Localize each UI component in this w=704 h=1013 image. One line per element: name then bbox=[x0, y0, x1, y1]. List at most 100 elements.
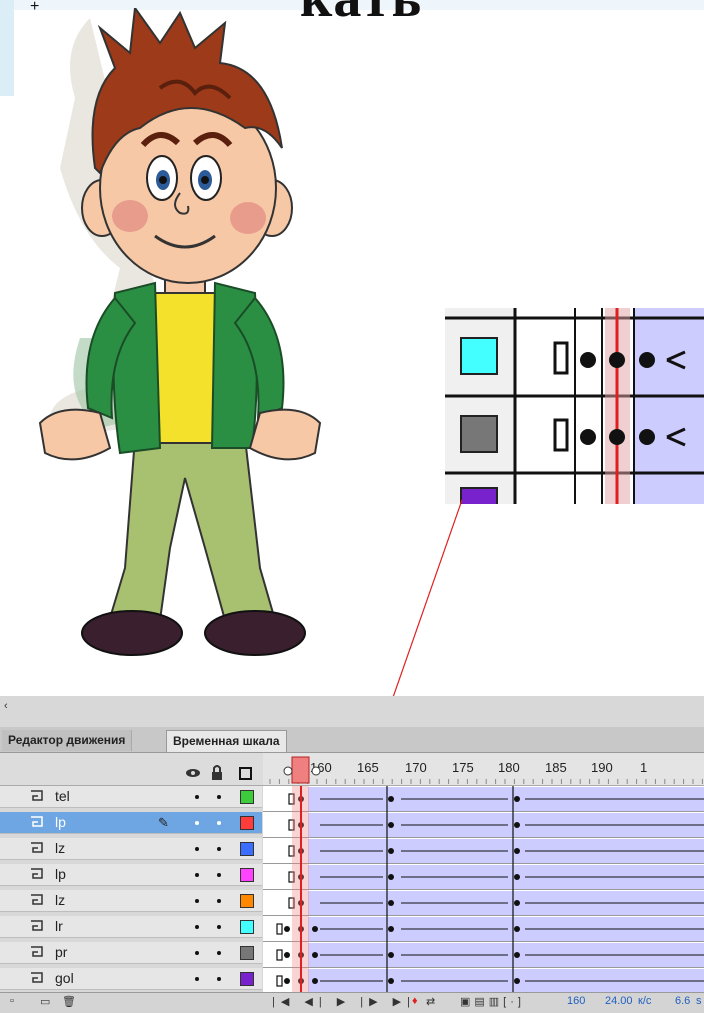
new-folder-icon[interactable]: ▭ bbox=[40, 995, 50, 1008]
keyframe-dot[interactable] bbox=[284, 926, 290, 932]
layer-name: lp bbox=[55, 866, 66, 882]
lock-toggle[interactable] bbox=[217, 821, 221, 825]
lock-toggle[interactable] bbox=[217, 925, 221, 929]
layer-row[interactable]: lr bbox=[0, 916, 262, 938]
keyframe-dot[interactable] bbox=[312, 978, 318, 984]
layer-outline-color-swatch[interactable] bbox=[240, 946, 254, 960]
inset-swatch-purple bbox=[460, 487, 498, 504]
layer-outline-color-swatch[interactable] bbox=[240, 842, 254, 856]
trash-icon[interactable]: 🗑 bbox=[62, 995, 76, 1008]
keyframe-dot[interactable] bbox=[514, 796, 520, 802]
layer-icon bbox=[30, 893, 44, 906]
panel-close-icon[interactable]: ‹ bbox=[4, 700, 8, 712]
visibility-toggle[interactable] bbox=[195, 795, 199, 799]
lock-toggle[interactable] bbox=[217, 847, 221, 851]
onion-skin-buttons[interactable]: ▣▤▥[·] bbox=[460, 995, 525, 1008]
keyframe-dot[interactable] bbox=[312, 926, 318, 932]
keyframe-dot[interactable] bbox=[388, 822, 394, 828]
keyframe-dot[interactable] bbox=[514, 874, 520, 880]
lock-toggle[interactable] bbox=[217, 795, 221, 799]
tab-timeline[interactable]: Временная шкала bbox=[166, 730, 287, 752]
layer-name: lz bbox=[55, 840, 66, 856]
lock-toggle[interactable] bbox=[217, 899, 221, 903]
layer-row[interactable]: tel bbox=[0, 786, 262, 808]
blank-keyframe[interactable] bbox=[276, 975, 283, 987]
keyframe-dot[interactable] bbox=[514, 848, 520, 854]
layer-name: tel bbox=[55, 788, 70, 804]
zoomed-timeline-inset bbox=[445, 308, 704, 504]
fps-unit: к/с bbox=[638, 995, 652, 1007]
panel-tabstrip: Редактор движения Временная шкала bbox=[0, 727, 704, 753]
frame-grid[interactable] bbox=[263, 786, 704, 992]
keyframe-dot[interactable] bbox=[388, 874, 394, 880]
layer-list: tel lp ✎ lz lp lz lr pr gol bbox=[0, 786, 262, 992]
fps-readout[interactable]: 24.00 bbox=[605, 995, 633, 1007]
lock-toggle[interactable] bbox=[217, 977, 221, 981]
layer-outline-color-swatch[interactable] bbox=[240, 920, 254, 934]
layer-outline-color-swatch[interactable] bbox=[240, 894, 254, 908]
inset-swatch-gray bbox=[460, 415, 498, 453]
keyframe-dot[interactable] bbox=[388, 796, 394, 802]
visibility-toggle[interactable] bbox=[195, 977, 199, 981]
blank-keyframe[interactable] bbox=[276, 923, 283, 935]
layer-outline-color-swatch[interactable] bbox=[240, 868, 254, 882]
current-frame-readout[interactable]: 160 bbox=[567, 995, 585, 1007]
keyframe-dot[interactable] bbox=[312, 952, 318, 958]
layer-icon bbox=[30, 867, 44, 880]
visibility-toggle[interactable] bbox=[195, 925, 199, 929]
pencil-icon: ✎ bbox=[158, 815, 169, 830]
ruler-label-4: 180 bbox=[498, 760, 520, 775]
visibility-toggle[interactable] bbox=[195, 899, 199, 903]
keyframe-dot[interactable] bbox=[284, 952, 290, 958]
layer-name: gol bbox=[55, 970, 74, 986]
layer-icon bbox=[30, 841, 44, 854]
layer-outline-color-swatch[interactable] bbox=[240, 790, 254, 804]
keyframe-dot[interactable] bbox=[284, 978, 290, 984]
layer-name: pr bbox=[55, 944, 68, 960]
new-layer-icon[interactable]: ▫ bbox=[10, 995, 14, 1007]
layer-name: lp bbox=[55, 814, 66, 830]
keyframe-dot[interactable] bbox=[388, 978, 394, 984]
visibility-toggle[interactable] bbox=[195, 873, 199, 877]
visibility-toggle[interactable] bbox=[195, 821, 199, 825]
layer-row[interactable]: lz bbox=[0, 838, 262, 860]
keyframe-dot[interactable] bbox=[388, 926, 394, 932]
ruler-label-1: 165 bbox=[357, 760, 379, 775]
keyframe-dot[interactable] bbox=[514, 822, 520, 828]
lock-toggle[interactable] bbox=[217, 951, 221, 955]
onion-skin-end-icon bbox=[311, 766, 321, 776]
layer-outline-color-swatch[interactable] bbox=[240, 972, 254, 986]
visibility-toggle[interactable] bbox=[195, 951, 199, 955]
layer-row[interactable]: lp bbox=[0, 864, 262, 886]
ruler-label-6: 190 bbox=[591, 760, 613, 775]
tab-motion-editor[interactable]: Редактор движения bbox=[2, 730, 133, 751]
keyframe-dot[interactable] bbox=[514, 978, 520, 984]
keyframe-dot[interactable] bbox=[514, 952, 520, 958]
playback-controls[interactable]: |◀ ◀| ▶ |▶ ▶| bbox=[272, 995, 416, 1008]
layer-row[interactable]: lz bbox=[0, 890, 262, 912]
keyframe-dot[interactable] bbox=[514, 926, 520, 932]
onion-skin-start-icon bbox=[283, 766, 293, 776]
keyframe-dot[interactable] bbox=[388, 952, 394, 958]
layer-outline-color-swatch[interactable] bbox=[240, 816, 254, 830]
time-readout: 6.6 bbox=[675, 995, 691, 1007]
blank-keyframe[interactable] bbox=[276, 949, 283, 961]
timeline-status-bar: ▫ ▭ 🗑 |◀ ◀| ▶ |▶ ▶| ♦ ⇄ ▣▤▥[·] 160 24.00… bbox=[0, 992, 704, 1013]
layer-icon bbox=[30, 815, 44, 828]
ruler-label-2: 170 bbox=[405, 760, 427, 775]
center-frame-icon[interactable]: ♦ bbox=[412, 995, 418, 1007]
keyframe-dot[interactable] bbox=[388, 900, 394, 906]
keyframe-dot[interactable] bbox=[388, 848, 394, 854]
keyframe-dot[interactable] bbox=[514, 900, 520, 906]
character-illustration bbox=[38, 8, 322, 656]
time-unit: s bbox=[696, 995, 702, 1007]
layer-row[interactable]: lp ✎ bbox=[0, 812, 262, 834]
layer-row[interactable]: gol bbox=[0, 968, 262, 990]
layer-icon bbox=[30, 919, 44, 932]
loop-icon[interactable]: ⇄ bbox=[426, 995, 435, 1008]
lock-toggle[interactable] bbox=[217, 873, 221, 877]
layer-row[interactable]: pr bbox=[0, 942, 262, 964]
playhead-marker bbox=[291, 756, 310, 784]
ruler-label-5: 185 bbox=[545, 760, 567, 775]
visibility-toggle[interactable] bbox=[195, 847, 199, 851]
